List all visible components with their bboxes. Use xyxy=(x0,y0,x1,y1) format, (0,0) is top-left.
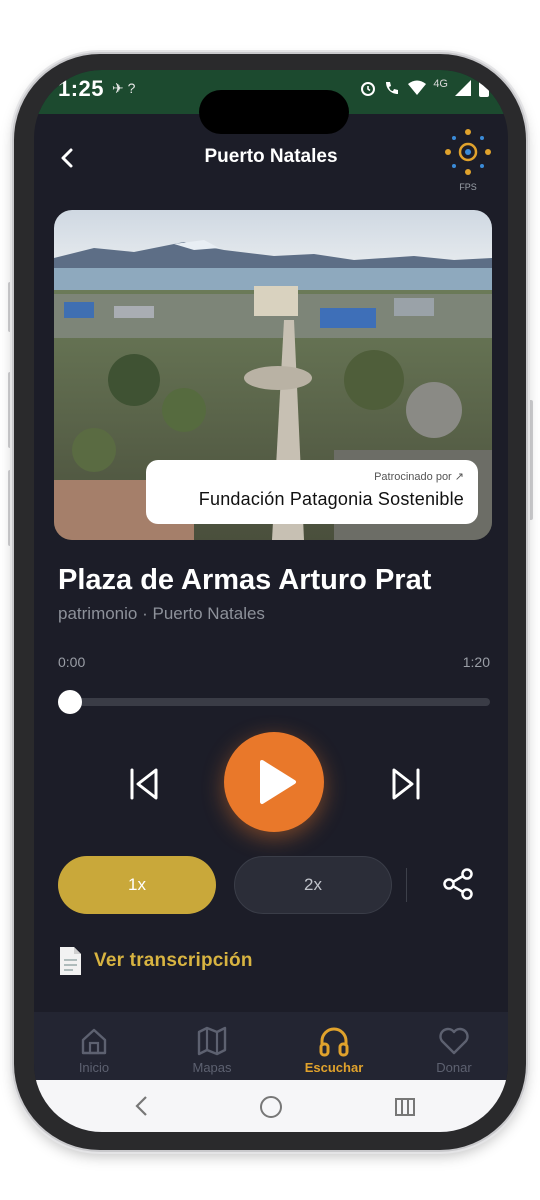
sponsor-name: Fundación Patagonia Sostenible xyxy=(198,489,464,509)
fps-emblem-icon xyxy=(445,129,491,175)
status-right-icons: 4G xyxy=(359,78,490,98)
nav-label-mapas: Mapas xyxy=(192,1060,232,1075)
dynamic-island xyxy=(199,90,349,134)
system-back-icon[interactable] xyxy=(132,1094,152,1118)
signal-icon xyxy=(455,80,471,96)
nav-label-inicio: Inicio xyxy=(78,1060,110,1075)
alarm-icon xyxy=(361,82,376,96)
status-time: 1:25 xyxy=(58,76,105,101)
battery-icon xyxy=(479,80,489,97)
transcript-label: Ver transcripción xyxy=(94,950,253,971)
play-button[interactable] xyxy=(224,732,324,832)
network-label: 4G xyxy=(433,78,448,90)
sponsor-card[interactable]: Patrocinado por ↗ Fundación Patagonia So… xyxy=(146,460,478,524)
phone-power-button xyxy=(527,400,533,520)
app-screen: 1:25 ✈ ? 4G Puerto Natales FPS Patrocina… xyxy=(34,70,508,1132)
time-total: 1:20 xyxy=(462,654,490,670)
map-icon xyxy=(197,1026,227,1056)
track-title: Plaza de Armas Arturo Prat xyxy=(58,564,432,596)
system-recent-apps-icon[interactable] xyxy=(394,1096,416,1118)
headphones-icon xyxy=(319,1027,349,1057)
hero-image: Patrocinado por ↗ Fundación Patagonia So… xyxy=(54,210,492,540)
call-icon xyxy=(386,82,399,94)
progress-track[interactable] xyxy=(58,698,490,706)
nav-item-inicio[interactable]: Inicio xyxy=(54,1024,134,1075)
play-icon xyxy=(260,760,296,804)
bottom-nav: Inicio Mapas Escuchar Donar xyxy=(34,1012,508,1082)
home-icon xyxy=(81,1028,107,1055)
speed-2x-button[interactable]: 2x xyxy=(234,856,392,914)
previous-track-icon[interactable] xyxy=(122,762,166,806)
share-icon[interactable] xyxy=(440,866,476,902)
document-icon xyxy=(60,947,81,975)
system-nav-bar xyxy=(34,1080,508,1132)
nav-label-escuchar: Escuchar xyxy=(304,1060,364,1075)
nav-item-mapas[interactable]: Mapas xyxy=(172,1024,252,1075)
nav-item-escuchar[interactable]: Escuchar xyxy=(294,1024,374,1075)
track-subtitle: patrimonio · Puerto Natales xyxy=(58,604,265,623)
system-home-icon[interactable] xyxy=(260,1096,282,1118)
heart-icon xyxy=(439,1027,469,1055)
status-notification-icons: ✈ ? xyxy=(112,80,136,96)
speed-1x-button[interactable]: 1x xyxy=(58,856,216,914)
sponsor-caption: Patrocinado por ↗ xyxy=(374,471,464,483)
fps-logo[interactable]: FPS xyxy=(442,126,494,192)
wifi-icon xyxy=(408,80,427,95)
progress-thumb[interactable] xyxy=(58,690,82,714)
page-title: Puerto Natales xyxy=(204,146,338,167)
fps-logo-label: FPS xyxy=(459,182,477,192)
time-elapsed: 0:00 xyxy=(58,654,86,670)
transcript-link[interactable]: Ver transcripción xyxy=(58,946,253,976)
next-track-icon[interactable] xyxy=(384,762,428,806)
controls-divider xyxy=(406,868,407,902)
nav-item-donar[interactable]: Donar xyxy=(414,1024,494,1075)
nav-label-donar: Donar xyxy=(436,1060,472,1075)
